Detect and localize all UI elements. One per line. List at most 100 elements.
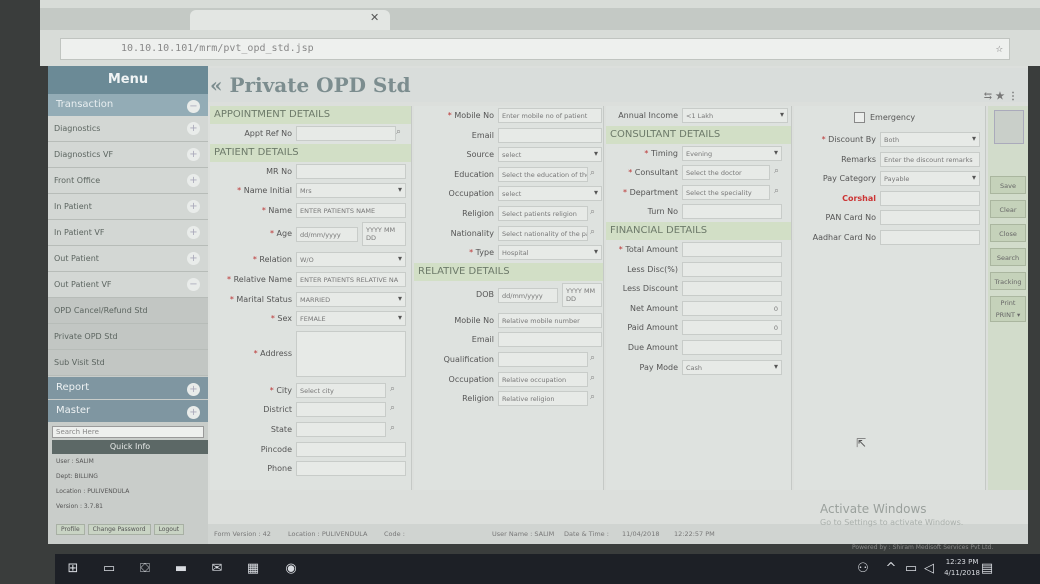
search-icon[interactable]: ⌕ [590,227,595,237]
logout-button[interactable]: Logout [153,524,185,535]
task-view-icon[interactable]: ▭ [101,561,117,577]
mobile-input[interactable]: Enter mobile no of patient [498,108,602,123]
rel-mobile-input[interactable]: Relative mobile number [498,312,602,328]
menu-master[interactable]: Master + [48,400,208,422]
close-button[interactable]: Close [990,224,1026,242]
name-input[interactable]: ENTER PATIENTS NAME [296,202,406,218]
paid-input[interactable]: 0 [682,320,782,336]
emergency-checkbox[interactable] [854,112,865,123]
corshal-input[interactable] [880,190,980,206]
tracking-button[interactable]: Tracking [990,272,1026,290]
name-initial-select[interactable]: Mrs [296,183,406,199]
browser-tab[interactable]: ✕ [190,10,390,30]
search-icon[interactable]: ⌕ [590,353,595,363]
search-icon[interactable]: ⌕ [390,384,395,394]
avatar[interactable] [994,110,1024,144]
mrno-input[interactable] [296,163,406,179]
age-date-input[interactable]: dd/mm/yyyy [296,227,358,243]
department-input[interactable]: Select the speciality [682,184,770,200]
email-input[interactable] [498,127,602,143]
religion-input[interactable]: Select patients religion [498,205,588,221]
search-icon[interactable]: ⌕ [590,392,595,402]
windows-start-icon[interactable]: ⊞ [65,561,81,577]
search-icon[interactable]: ⌕ [774,186,779,196]
relative-name-input[interactable]: ENTER PATIENTS RELATIVE NA [296,271,406,287]
city-input[interactable]: Select city [296,382,386,398]
phone-input[interactable] [296,461,406,477]
menu-report[interactable]: Report + [48,377,208,399]
print-button[interactable]: Print PRINT ▾ [990,296,1026,322]
qualification-input[interactable] [498,351,588,367]
pincode-input[interactable] [296,441,406,457]
tray-chevron-icon[interactable]: ^ [883,561,899,577]
pan-input[interactable] [880,210,980,226]
menu-item-out-patient-vf[interactable]: Out Patient VF − [48,272,208,298]
clear-button[interactable]: Clear [990,200,1026,218]
menu-item-front-office[interactable]: Front Office + [48,168,208,194]
menu-item-diagnostics-vf[interactable]: Diagnostics VF + [48,142,208,168]
due-input[interactable] [682,339,782,355]
rel-occupation-input[interactable]: Relative occupation [498,371,588,387]
dob-ymd-input[interactable]: YYYY MM DD [562,282,602,307]
change-password-button[interactable]: Change Password [87,524,151,535]
search-icon[interactable]: ⌕ [774,166,779,176]
menu-search-input[interactable]: Search Here [52,426,204,438]
dob-date-input[interactable]: dd/mm/yyyy [498,287,558,303]
turn-input[interactable] [682,204,782,220]
search-icon[interactable]: ⌕ [590,207,595,217]
address-bar[interactable]: 10.10.10.101/mrm/pvt_opd_std.jsp ☆ [60,38,1010,60]
menu-item-diagnostics[interactable]: Diagnostics + [48,116,208,142]
search-icon[interactable]: ⌕ [390,423,395,433]
menu-item-in-patient[interactable]: In Patient + [48,194,208,220]
menu-item-in-patient-vf[interactable]: In Patient VF + [48,220,208,246]
source-select[interactable]: select [498,147,602,163]
discount-by-select[interactable]: Both [880,132,980,147]
menu-subitem-sub-visit[interactable]: Sub Visit Std [48,350,208,376]
type-select[interactable]: Hospital [498,245,602,261]
profile-button[interactable]: Profile [56,524,85,535]
calculator-icon[interactable]: ▦ [245,561,261,577]
store-icon[interactable]: ⛋ [137,561,153,577]
menu-item-out-patient[interactable]: Out Patient + [48,246,208,272]
save-button[interactable]: Save [990,176,1026,194]
menu-subitem-private-opd[interactable]: Private OPD Std [48,324,208,350]
remarks-input[interactable]: Enter the discount remarks [880,151,980,167]
total-input[interactable] [682,241,782,257]
state-input[interactable] [296,421,386,437]
search-icon[interactable]: ⌕ [590,168,595,178]
minus-icon[interactable]: − [187,100,200,113]
education-input[interactable]: Select the education of the [498,166,588,182]
search-button[interactable]: Search [990,248,1026,266]
search-icon[interactable]: ⌕ [390,403,395,413]
notification-icon[interactable]: ▤ [979,561,995,577]
sex-select[interactable]: FEMALE [296,311,406,327]
menu-section-transaction[interactable]: Transaction − [48,94,208,116]
star-icon[interactable]: ☆ [996,41,1003,55]
menu-subitem-opd-cancel[interactable]: OPD Cancel/Refund Std [48,298,208,324]
rel-religion-input[interactable]: Relative religion [498,391,588,407]
appt-ref-input[interactable] [296,126,396,141]
folder-icon[interactable]: ▬ [173,561,189,577]
people-icon[interactable]: ⚇ [855,561,871,577]
mail-icon[interactable]: ✉ [209,561,225,577]
volume-icon[interactable]: ◁ [921,561,937,577]
paymode-select[interactable]: Cash [682,359,782,375]
nationality-input[interactable]: Select nationality of the pa [498,225,588,241]
marital-select[interactable]: MARRIED [296,291,406,307]
rel-email-input[interactable] [498,332,602,348]
age-ymd-input[interactable]: YYYY MM DD [362,222,406,247]
district-input[interactable] [296,402,386,418]
address-textarea[interactable] [296,330,406,377]
aadhar-input[interactable] [880,229,980,245]
chrome-icon[interactable]: ◉ [283,561,299,577]
close-icon[interactable]: ✕ [370,11,379,24]
timing-select[interactable]: Evening [682,145,782,161]
relation-select[interactable]: W/O [296,252,406,268]
pay-category-select[interactable]: Payable [880,171,980,187]
net-input[interactable]: 0 [682,300,782,316]
consultant-input[interactable]: Select the doctor [682,165,770,181]
less-disc-input[interactable] [682,281,782,297]
clock[interactable]: 12:23 PM 4/11/2018 [944,557,980,579]
network-icon[interactable]: ▭ [903,561,919,577]
search-icon[interactable]: ⌕ [396,127,401,137]
